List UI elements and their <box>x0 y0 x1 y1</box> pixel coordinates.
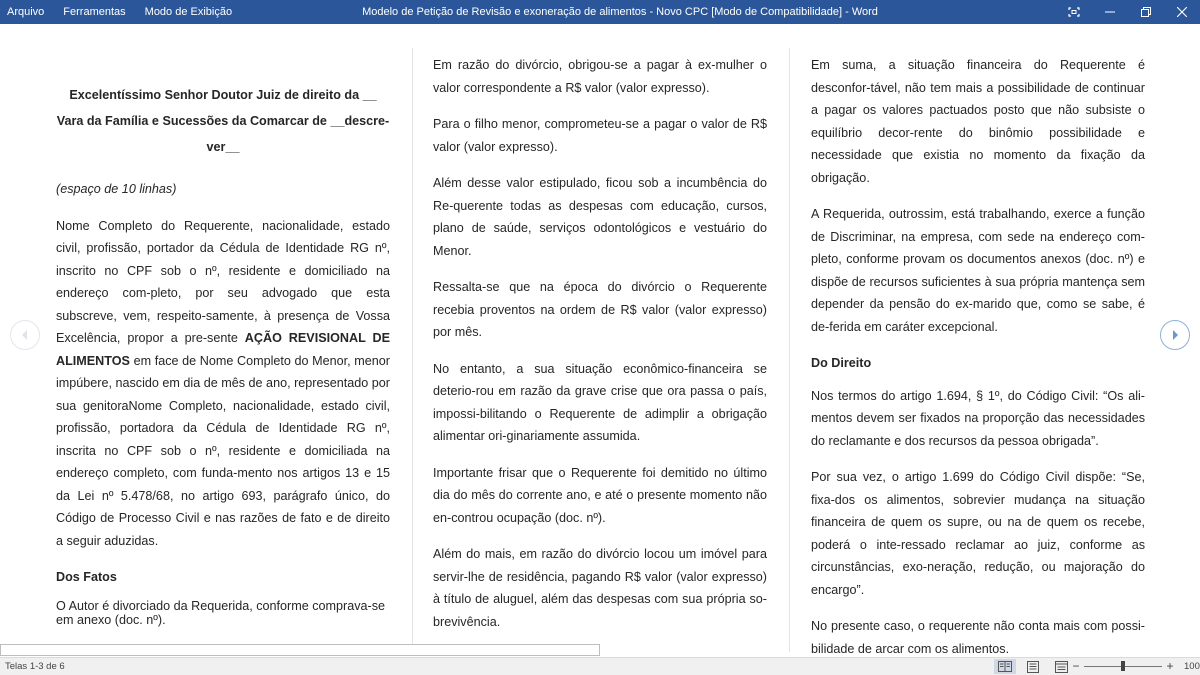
page-column-1: Excelentíssimo Senhor Doutor Juiz de dir… <box>56 56 390 641</box>
paragraph: No presente caso, o requerente não conta… <box>811 619 1145 656</box>
restore-icon <box>1141 7 1151 17</box>
law-heading: Do Direito <box>811 356 872 370</box>
paragraph: Além desse valor estipulado, ficou sob a… <box>433 176 767 258</box>
view-switcher <box>994 659 1078 674</box>
column-divider <box>789 48 790 652</box>
restore-button[interactable] <box>1128 0 1164 24</box>
window-controls <box>1056 0 1200 24</box>
zoom-in-button[interactable]: + <box>1164 660 1176 672</box>
intro-text-before: Nome Completo do Requerente, nacionalida… <box>56 218 390 346</box>
page-count: Telas 1-3 de 6 <box>5 661 65 672</box>
zoom-control: − + 100% <box>1070 660 1200 672</box>
status-bar: Telas 1-3 de 6 − + 100 <box>0 657 1200 675</box>
paragraph: Em razão do divórcio, obrigou-se a pagar… <box>433 58 767 95</box>
read-mode-icon <box>998 661 1012 672</box>
read-mode-button[interactable] <box>994 659 1016 674</box>
zoom-slider[interactable] <box>1084 660 1162 672</box>
paragraph: No entanto, a sua situação econômico-fin… <box>433 361 767 444</box>
print-layout-button[interactable] <box>1022 659 1044 674</box>
web-layout-icon <box>1054 660 1068 673</box>
paragraph: Além do mais, em razão do divórcio locou… <box>433 547 767 629</box>
focus-icon <box>1068 7 1080 17</box>
minimize-button[interactable] <box>1092 0 1128 24</box>
reading-view[interactable]: Excelentíssimo Senhor Doutor Juiz de dir… <box>0 24 1200 656</box>
facts-heading: Dos Fatos <box>56 570 117 584</box>
chevron-right-icon <box>1173 330 1178 340</box>
zoom-slider-thumb[interactable] <box>1121 661 1125 671</box>
close-icon <box>1177 7 1187 17</box>
web-layout-button[interactable] <box>1050 659 1072 674</box>
paragraph: Nos termos do artigo 1.694, § 1º, do Cód… <box>811 388 1145 448</box>
paragraph: Por sua vez, o artigo 1.699 do Código Ci… <box>811 470 1145 597</box>
zoom-level[interactable]: 100% <box>1184 661 1200 672</box>
title-bar: Arquivo Ferramentas Modo de Exibição Mod… <box>0 0 1200 24</box>
paragraph: A Requerida, outrossim, está trabalhando… <box>811 207 1145 334</box>
previous-screen-button[interactable] <box>10 320 40 350</box>
zoom-out-button[interactable]: − <box>1070 660 1082 672</box>
page-column-2: Em razão do divórcio, obrigou-se a pagar… <box>433 54 767 647</box>
page-column-3: Em suma, a situação financeira do Requer… <box>811 54 1145 674</box>
next-screen-button[interactable] <box>1160 320 1190 350</box>
paragraph: Importante frisar que o Requerente foi d… <box>433 465 767 525</box>
paragraph: Em suma, a situação financeira do Requer… <box>811 58 1145 185</box>
paragraph: Para o filho menor, comprometeu-se a pag… <box>433 117 767 154</box>
horizontal-scrollbar[interactable] <box>0 644 600 656</box>
paragraph: Ressalta-se que na época do divórcio o R… <box>433 280 767 339</box>
intro-paragraph: Nome Completo do Requerente, nacionalida… <box>56 215 390 553</box>
column-divider <box>412 48 413 652</box>
intro-text-after: em face de Nome Completo do Menor, menor… <box>56 353 390 548</box>
print-layout-icon <box>1027 660 1039 673</box>
spacing-note: (espaço de 10 linhas) <box>56 182 177 196</box>
chevron-left-icon <box>22 330 27 340</box>
focus-mode-button[interactable] <box>1056 0 1092 24</box>
close-button[interactable] <box>1164 0 1200 24</box>
window-title: Modelo de Petição de Revisão e exoneraçã… <box>362 6 878 18</box>
minimize-icon <box>1105 11 1115 13</box>
facts-paragraph-1: O Autor é divorciado da Requerida, confo… <box>56 598 386 627</box>
salutation: Excelentíssimo Senhor Doutor Juiz de dir… <box>56 88 390 154</box>
